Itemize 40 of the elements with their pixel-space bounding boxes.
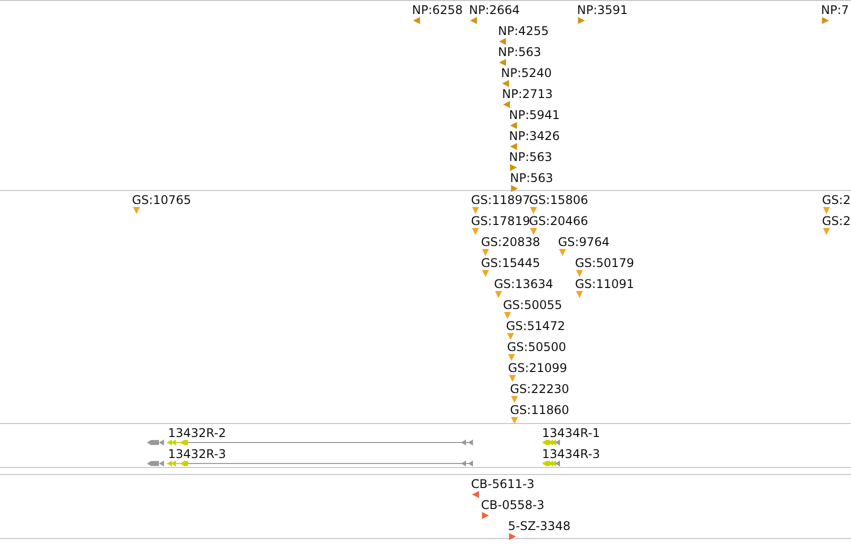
feature-label: NP:6258: [412, 3, 463, 17]
feature-label: GS:15806: [529, 193, 588, 207]
feature-label: GS:51472: [506, 319, 566, 333]
feature-label: GS:15445: [481, 256, 540, 270]
feature-label: CB-5611-3: [471, 477, 534, 491]
feature-label: NP:563: [498, 45, 542, 59]
feature-label: NP:563: [510, 171, 554, 185]
feature-label: GS:2: [822, 193, 851, 207]
feature-label: NP:2713: [502, 87, 553, 101]
feature-label: NP:3426: [509, 129, 560, 143]
feature-label: GS:50500: [507, 340, 566, 354]
feature-label: GS:11091: [575, 277, 634, 291]
feature-label: NP:3591: [577, 3, 628, 17]
feature-label: GS:2: [822, 214, 851, 228]
feature-label: GS:22230: [510, 382, 570, 396]
feature-label: GS:11897: [471, 193, 530, 207]
feature-label: GS:21099: [508, 361, 568, 375]
feature-label: GS:10765: [132, 193, 192, 207]
feature-label: CB-0558-3: [481, 498, 544, 512]
transcript-label: 13434R-3: [542, 447, 600, 461]
feature-label: NP:563: [509, 150, 552, 164]
feature-label: GS:20466: [529, 214, 588, 228]
gene-model-drawing: [542, 438, 562, 447]
feature-label: NP:4255: [498, 24, 549, 38]
feature-label: GS:11860: [510, 403, 570, 417]
transcript-label: 13432R-2: [168, 426, 226, 440]
feature-label: GS:20838: [481, 235, 540, 249]
feature-label: GS:50055: [503, 298, 562, 312]
gene-model-drawing: [542, 459, 562, 468]
feature-label: NP:2664: [469, 3, 520, 17]
transcript-label: 13434R-1: [542, 426, 600, 440]
feature-label: NP:7: [821, 3, 849, 17]
feature-label: GS:13634: [494, 277, 554, 291]
feature-label: NP:5240: [501, 66, 552, 80]
feature-label: GS:9764: [558, 235, 610, 249]
feature-label: 5-SZ-3348: [508, 519, 570, 533]
feature-label: GS:50179: [575, 256, 634, 270]
transcript-label: 13432R-3: [168, 447, 226, 461]
feature-label: GS:17819: [471, 214, 530, 228]
feature-label: NP:5941: [509, 108, 560, 122]
